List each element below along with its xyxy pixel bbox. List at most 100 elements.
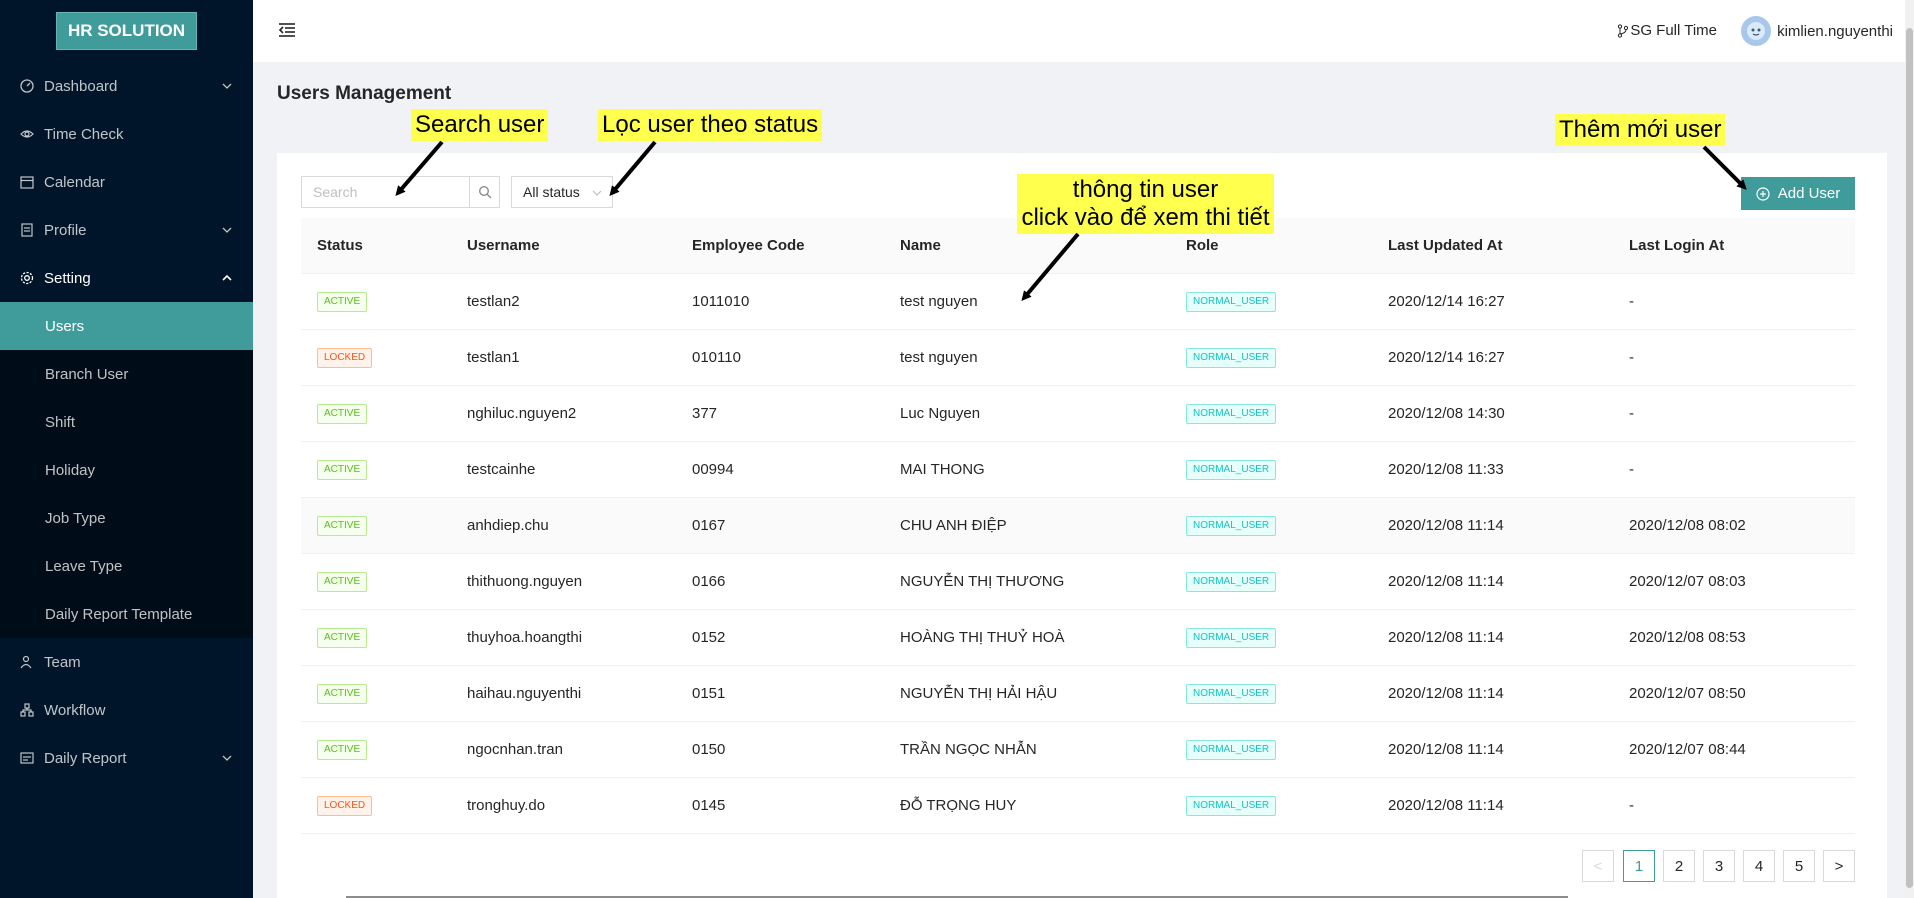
pagination-page-2[interactable]: 2: [1663, 850, 1695, 882]
column-header-status[interactable]: Status: [301, 237, 451, 254]
table-row[interactable]: ACTIVE ngocnhan.tran 0150 TRẦN NGỌC NHẪN NOR…: [301, 722, 1855, 778]
sidebar-subitem-job-type[interactable]: Job Type: [0, 494, 253, 542]
avatar: [1741, 16, 1772, 46]
cell-login: 2020/12/07 08:44: [1629, 741, 1746, 758]
cell-code: 0145: [692, 797, 726, 814]
sidebar-subitem-daily-report-template[interactable]: Daily Report Template: [0, 590, 253, 638]
column-header-name[interactable]: Name: [884, 237, 1170, 254]
cell-username: thithuong.nguyen: [467, 573, 583, 590]
pagination-page-4[interactable]: 4: [1743, 850, 1775, 882]
report-icon: [20, 751, 34, 765]
menu-fold-icon[interactable]: [278, 21, 296, 39]
annotation-filter: Lọc user theo status: [598, 109, 823, 141]
sidebar-item-dashboard[interactable]: Dashboard: [0, 62, 253, 110]
sidebar-subitem-users[interactable]: Users: [0, 302, 253, 350]
branch-selector[interactable]: SG Full Time: [1617, 22, 1717, 39]
sidebar-item-team[interactable]: Team: [0, 638, 253, 686]
calendar-icon: [20, 175, 34, 189]
table-row[interactable]: ACTIVE testlan2 1011010 test nguyen NORMAL_U…: [301, 274, 1855, 330]
table-row[interactable]: ACTIVE haihau.nguyenthi 0151 NGUYỄN THỊ HẢI…: [301, 666, 1855, 722]
sidebar-subitem-shift[interactable]: Shift: [0, 398, 253, 446]
sidebar-item-label: Daily Report: [44, 749, 127, 767]
column-header-last-updated[interactable]: Last Updated At: [1372, 237, 1613, 254]
sidebar-item-label: Workflow: [44, 701, 106, 719]
status-filter-select[interactable]: All status: [511, 176, 613, 208]
logo-area: HR SOLUTION: [0, 0, 253, 62]
scrollbar-thumb[interactable]: [1906, 28, 1913, 888]
role-badge: NORMAL_USER: [1186, 404, 1277, 424]
role-badge: NORMAL_USER: [1186, 348, 1277, 368]
cell-updated: 2020/12/08 11:14: [1388, 685, 1504, 702]
add-user-button[interactable]: Add User: [1741, 177, 1855, 210]
chevron-down-icon: [222, 227, 232, 233]
pagination-prev-button[interactable]: <: [1582, 850, 1614, 882]
cell-username: anhdiep.chu: [467, 517, 549, 534]
column-header-username[interactable]: Username: [451, 237, 676, 254]
search-button[interactable]: [469, 177, 499, 207]
cell-code: 0152: [692, 629, 726, 646]
annotation-info-line1: thông tin user: [1072, 176, 1219, 203]
pagination-page-1[interactable]: 1: [1623, 850, 1655, 882]
cell-login: -: [1629, 461, 1634, 478]
sidebar-subitem-branch-user[interactable]: Branch User: [0, 350, 253, 398]
sidebar-item-workflow[interactable]: Workflow: [0, 686, 253, 734]
cell-status: ACTIVE: [301, 627, 451, 648]
dashboard-icon: [20, 79, 34, 93]
table-row[interactable]: LOCKED tronghuy.do 0145 ĐỖ TRỌNG HUY NORMAL_…: [301, 778, 1855, 834]
cell-status: ACTIVE: [301, 571, 451, 592]
sidebar-item-profile[interactable]: Profile: [0, 206, 253, 254]
sidebar-item-label: Time Check: [44, 125, 124, 143]
pagination-next-button[interactable]: >: [1823, 850, 1855, 882]
role-badge: NORMAL_USER: [1186, 684, 1277, 704]
table-row[interactable]: ACTIVE anhdiep.chu 0167 CHU ANH ĐIỆP NORMAL_…: [301, 498, 1855, 554]
pagination-page-5[interactable]: 5: [1783, 850, 1815, 882]
table-row[interactable]: ACTIVE thuyhoa.hoangthi 0152 HOÀNG THỊ THUỶ…: [301, 610, 1855, 666]
cell-role: NORMAL_USER: [1170, 347, 1372, 368]
cell-updated: 2020/12/08 14:30: [1388, 405, 1505, 422]
table-row[interactable]: LOCKED testlan1 010110 test nguyen NORMAL_US…: [301, 330, 1855, 386]
sidebar-item-label: Calendar: [44, 173, 105, 191]
cell-role: NORMAL_USER: [1170, 683, 1372, 704]
sidebar-subitem-holiday[interactable]: Holiday: [0, 446, 253, 494]
sidebar-item-label: Team: [44, 653, 81, 671]
cell-login: 2020/12/08 08:53: [1629, 629, 1746, 646]
cell-login: 2020/12/08 08:02: [1629, 517, 1746, 534]
table-row[interactable]: ACTIVE testcainhe 00994 MAI THONG NORMAL_USE…: [301, 442, 1855, 498]
cell-role: NORMAL_USER: [1170, 627, 1372, 648]
sidebar-item-calendar[interactable]: Calendar: [0, 158, 253, 206]
column-header-last-login[interactable]: Last Login At: [1613, 237, 1855, 254]
cell-updated: 2020/12/08 11:14: [1388, 517, 1504, 534]
cell-username: ngocnhan.tran: [467, 741, 563, 758]
search-input[interactable]: [302, 177, 469, 207]
sidebar-item-setting[interactable]: Setting: [0, 254, 253, 302]
cell-updated: 2020/12/08 11:33: [1388, 461, 1504, 478]
cell-login: 2020/12/07 08:50: [1629, 685, 1746, 702]
cell-status: LOCKED: [301, 347, 451, 368]
cell-status: ACTIVE: [301, 739, 451, 760]
chevron-up-icon: [222, 274, 232, 281]
app-logo[interactable]: HR SOLUTION: [55, 12, 198, 50]
cell-code: 0150: [692, 741, 726, 758]
cell-code: 377: [692, 405, 718, 422]
column-header-employee-code[interactable]: Employee Code: [676, 237, 884, 254]
sidebar: HR SOLUTION Dashboard Time Check Calenda…: [0, 0, 253, 898]
sidebar-item-time-check[interactable]: Time Check: [0, 110, 253, 158]
vertical-scrollbar[interactable]: [1905, 0, 1914, 898]
user-menu[interactable]: kimlien.nguyenthi: [1741, 16, 1893, 46]
cell-name: ĐỖ TRỌNG HUY: [900, 797, 1017, 814]
sidebar-item-daily-report[interactable]: Daily Report: [0, 734, 253, 782]
sidebar-subitem-leave-type[interactable]: Leave Type: [0, 542, 253, 590]
column-header-role[interactable]: Role: [1170, 237, 1372, 254]
cell-login: -: [1629, 405, 1634, 422]
branch-icon: [1618, 23, 1629, 38]
pagination-page-3[interactable]: 3: [1703, 850, 1735, 882]
status-badge: ACTIVE: [317, 740, 368, 760]
table-row[interactable]: ACTIVE thithuong.nguyen 0166 NGUYỄN THỊ THƯ…: [301, 554, 1855, 610]
status-filter-value: All status: [523, 184, 580, 200]
annotation-add: Thêm mới user: [1555, 114, 1726, 146]
table-row[interactable]: ACTIVE nghiluc.nguyen2 377 Luc Nguyen NORMAL…: [301, 386, 1855, 442]
team-icon: [20, 655, 34, 669]
cell-login: -: [1629, 797, 1634, 814]
cell-code: 1011010: [692, 293, 750, 310]
cell-role: NORMAL_USER: [1170, 739, 1372, 760]
